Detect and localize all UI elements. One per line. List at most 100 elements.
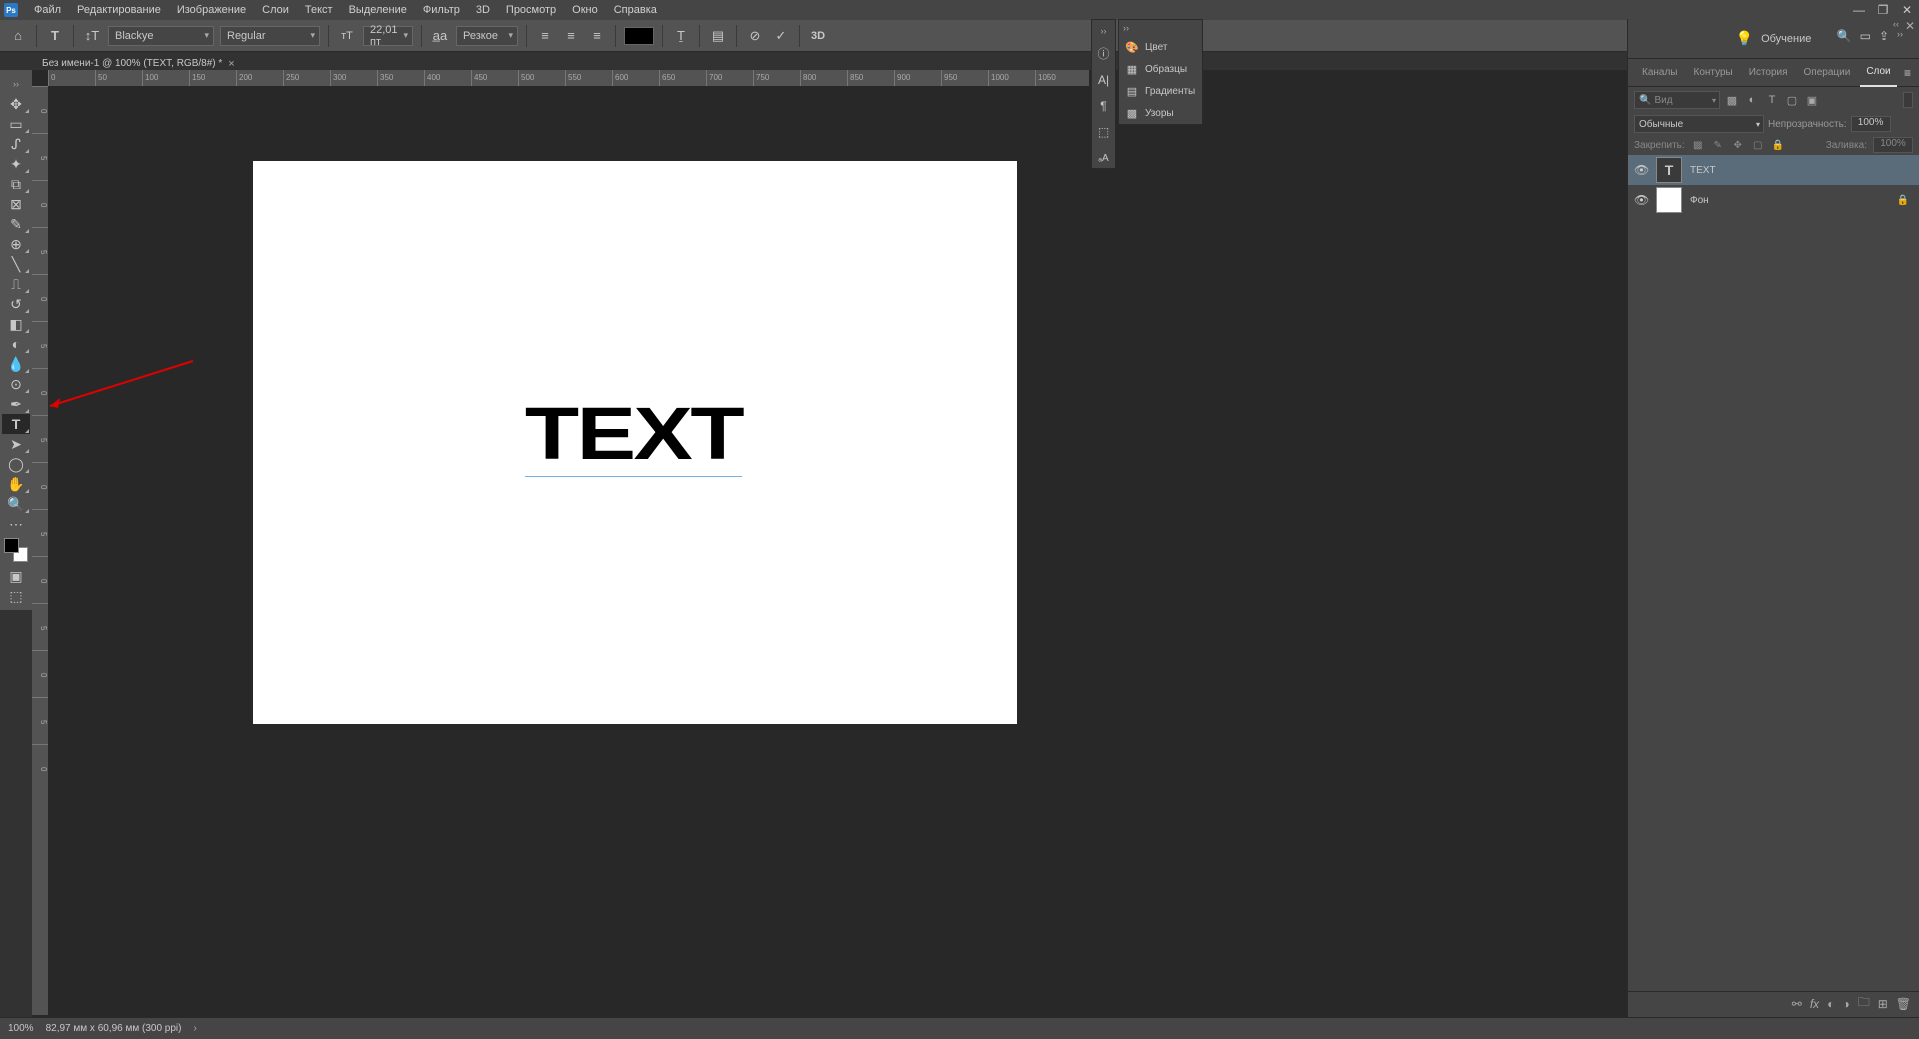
close-tab-icon[interactable]: × xyxy=(228,58,234,70)
toolbar-collapse-icon[interactable]: ›› xyxy=(2,74,30,94)
menu-layer[interactable]: Слои xyxy=(254,0,297,20)
layer-row[interactable]: 👁 T TEXT xyxy=(1628,155,1919,185)
lock-transparency-icon[interactable]: ▩ xyxy=(1691,138,1705,152)
panel-button-swatches[interactable]: ▦Образцы xyxy=(1119,58,1202,80)
foreground-color-swatch[interactable] xyxy=(4,538,19,553)
frame-tool[interactable]: ⊠ xyxy=(2,194,30,214)
canvas[interactable]: TEXT xyxy=(253,161,1017,724)
align-left-icon[interactable]: ≡ xyxy=(535,26,555,46)
visibility-toggle-icon[interactable]: 👁 xyxy=(1634,163,1648,177)
eraser-tool[interactable]: ◧ xyxy=(2,314,30,334)
libraries-icon[interactable]: ⬚ xyxy=(1094,123,1114,141)
filter-shape-icon[interactable]: ▢ xyxy=(1784,92,1800,108)
tab-channels[interactable]: Каналы xyxy=(1636,59,1684,87)
layer-row[interactable]: 👁 Фон 🔒 xyxy=(1628,185,1919,215)
layer-group-icon[interactable]: 🗀 xyxy=(1858,993,1870,1014)
antialias-select[interactable]: Резкое xyxy=(456,26,518,46)
layer-thumbnail[interactable] xyxy=(1656,187,1682,213)
menu-filter[interactable]: Фильтр xyxy=(415,0,468,20)
path-selection-tool[interactable]: ➤ xyxy=(2,434,30,454)
menu-view[interactable]: Просмотр xyxy=(498,0,564,20)
doc-info[interactable]: 82,97 мм x 60,96 мм (300 ppi) xyxy=(46,1023,182,1034)
filter-pixel-icon[interactable]: ▩ xyxy=(1724,92,1740,108)
share-icon[interactable]: ⇪ xyxy=(1879,29,1889,43)
tool-preset-icon[interactable]: T xyxy=(45,26,65,46)
collapse-icon[interactable]: ‹‹ xyxy=(1893,19,1899,29)
close-icon[interactable]: ✕ xyxy=(1899,3,1915,17)
type-tool[interactable]: T xyxy=(2,414,30,434)
quick-mask-icon[interactable]: ▣ xyxy=(2,566,30,586)
gradient-tool[interactable]: ◐ xyxy=(2,334,30,354)
paragraph-icon[interactable]: ¶ xyxy=(1094,97,1114,115)
panel-button-patterns[interactable]: ▩Узоры xyxy=(1119,102,1202,124)
expand-icon[interactable]: ›› xyxy=(1101,26,1107,36)
properties-icon[interactable]: ⓘ xyxy=(1094,44,1114,62)
menu-file[interactable]: Файл xyxy=(26,0,69,20)
zoom-value[interactable]: 100% xyxy=(8,1023,34,1034)
menu-help[interactable]: Справка xyxy=(606,0,665,20)
hand-tool[interactable]: ✋ xyxy=(2,474,30,494)
screen-mode-icon[interactable]: ⬚ xyxy=(2,586,30,606)
canvas-area[interactable]: TEXT xyxy=(48,86,1089,1015)
new-layer-icon[interactable]: ⊞ xyxy=(1878,997,1888,1011)
layer-name[interactable]: TEXT xyxy=(1690,165,1716,176)
lock-all-icon[interactable]: 🔒 xyxy=(1771,138,1785,152)
menu-select[interactable]: Выделение xyxy=(341,0,415,20)
search-icon[interactable]: 🔍 xyxy=(1837,29,1852,43)
magic-wand-tool[interactable]: ✦ xyxy=(2,154,30,174)
lock-pixels-icon[interactable]: ✎ xyxy=(1711,138,1725,152)
tab-actions[interactable]: Операции xyxy=(1798,59,1857,87)
3d-icon[interactable]: 3D xyxy=(808,26,828,46)
layer-effects-icon[interactable]: fx xyxy=(1810,997,1819,1011)
layer-thumbnail[interactable]: T xyxy=(1656,157,1682,183)
expand-icon[interactable]: ›› xyxy=(1897,29,1907,43)
tab-history[interactable]: История xyxy=(1743,59,1794,87)
menu-3d[interactable]: 3D xyxy=(468,0,498,20)
canvas-text-layer[interactable]: TEXT xyxy=(525,391,742,477)
font-family-select[interactable]: Blackye xyxy=(108,26,214,46)
link-layers-icon[interactable]: ⚯ xyxy=(1792,997,1802,1011)
menu-edit[interactable]: Редактирование xyxy=(69,0,169,20)
opacity-input[interactable]: 100% xyxy=(1851,116,1891,132)
ruler-vertical[interactable]: 0 5 0 5 0 5 0 5 0 5 0 5 0 5 0 xyxy=(32,86,48,1015)
chevron-right-icon[interactable]: › xyxy=(194,1023,197,1034)
menu-window[interactable]: Окно xyxy=(564,0,606,20)
color-picker[interactable] xyxy=(4,538,28,562)
filter-type-icon[interactable]: T xyxy=(1764,92,1780,108)
tab-paths[interactable]: Контуры xyxy=(1688,59,1739,87)
crop-tool[interactable]: ⧉ xyxy=(2,174,30,194)
text-color-swatch[interactable] xyxy=(624,27,654,45)
text-orientation-icon[interactable]: ↕T xyxy=(82,26,102,46)
menu-type[interactable]: Текст xyxy=(297,0,341,20)
layer-name[interactable]: Фон xyxy=(1690,195,1709,206)
healing-brush-tool[interactable]: ⊕ xyxy=(2,234,30,254)
blend-mode-select[interactable]: Обычные xyxy=(1634,115,1764,133)
ruler-horizontal[interactable]: 0 50 100 150 200 250 300 350 400 450 500… xyxy=(48,70,1089,86)
lock-artboard-icon[interactable]: ▢ xyxy=(1751,138,1765,152)
font-style-select[interactable]: Regular xyxy=(220,26,320,46)
adjustment-layer-icon[interactable]: ◑ xyxy=(1842,997,1849,1011)
marquee-tool[interactable]: ▭ xyxy=(2,114,30,134)
move-tool[interactable]: ✥ xyxy=(2,94,30,114)
filter-smart-icon[interactable]: ▣ xyxy=(1804,92,1820,108)
character-panel-icon[interactable]: ▤ xyxy=(708,26,728,46)
clone-stamp-tool[interactable]: ⎍ xyxy=(2,274,30,294)
home-icon[interactable]: ⌂ xyxy=(8,26,28,46)
character-icon[interactable]: A| xyxy=(1094,70,1114,88)
history-brush-tool[interactable]: ↺ xyxy=(2,294,30,314)
glyphs-icon[interactable]: ₐA xyxy=(1094,150,1114,168)
zoom-tool[interactable]: 🔍 xyxy=(2,494,30,514)
visibility-toggle-icon[interactable]: 👁 xyxy=(1634,193,1648,207)
minimize-icon[interactable]: — xyxy=(1851,3,1867,17)
cancel-icon[interactable]: ⊘ xyxy=(745,26,765,46)
pen-tool[interactable]: ✒ xyxy=(2,394,30,414)
filter-type-select[interactable]: 🔍Вид xyxy=(1634,91,1720,109)
panel-menu-icon[interactable]: ≡ xyxy=(1904,66,1911,80)
layer-mask-icon[interactable]: ◐ xyxy=(1827,997,1834,1011)
filter-adjust-icon[interactable]: ◐ xyxy=(1744,92,1760,108)
lock-icon[interactable]: 🔒 xyxy=(1897,195,1909,206)
menu-image[interactable]: Изображение xyxy=(169,0,254,20)
align-center-icon[interactable]: ≡ xyxy=(561,26,581,46)
eyedropper-tool[interactable]: ✎ xyxy=(2,214,30,234)
brush-tool[interactable]: ╲ xyxy=(2,254,30,274)
